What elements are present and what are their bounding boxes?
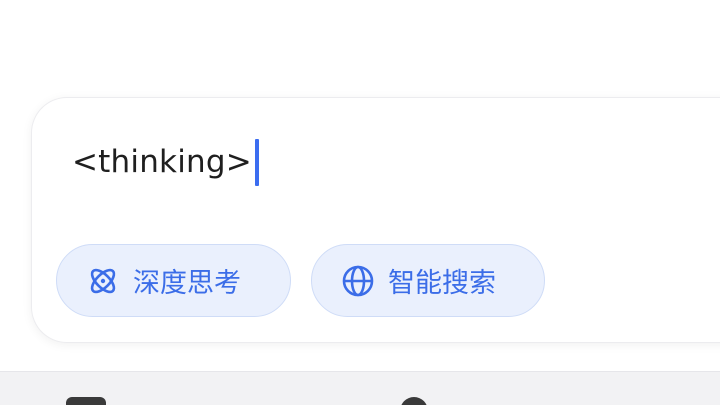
smart-search-button[interactable]: 智能搜索 — [311, 244, 545, 317]
toolbar-icon[interactable] — [66, 397, 106, 405]
deep-thinking-label: 深度思考 — [133, 268, 241, 299]
chat-page: <thinking> 深度思考 智能搜索 — [0, 0, 720, 405]
message-input-value: <thinking> — [72, 144, 252, 180]
smart-search-label: 智能搜索 — [388, 268, 496, 299]
message-input[interactable]: <thinking> — [72, 138, 259, 186]
globe-icon — [340, 263, 376, 299]
atom-icon — [85, 263, 121, 299]
bottom-toolbar — [0, 371, 720, 405]
deep-thinking-button[interactable]: 深度思考 — [56, 244, 291, 317]
text-caret — [254, 138, 259, 186]
